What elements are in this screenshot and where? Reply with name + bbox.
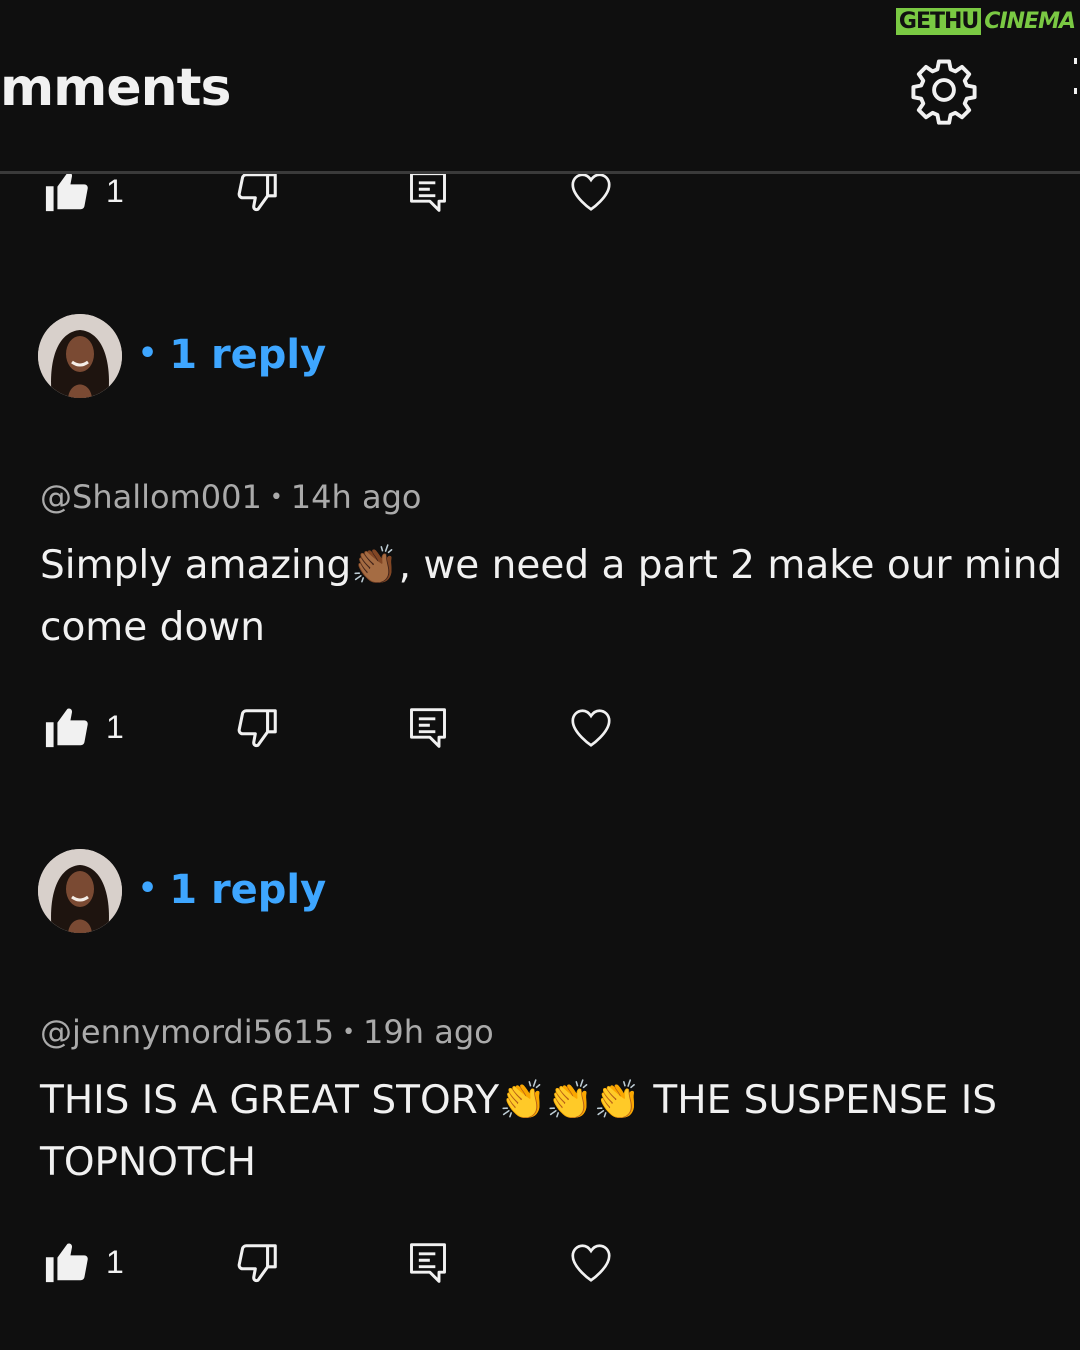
comment-author[interactable]: @jennymordi5615: [40, 1013, 334, 1051]
comment-text: THIS IS A GREAT STORY👏👏👏 THE SUSPENSE IS…: [40, 1069, 1070, 1194]
like-count: 1: [106, 709, 124, 745]
heart-icon[interactable]: [566, 1240, 616, 1286]
reply-icon[interactable]: [406, 704, 450, 752]
comment-action-bar: 1: [0, 696, 1080, 756]
comment-item: @Shallom001 • 14h ago Simply amazing👏🏾, we…: [40, 478, 1070, 659]
comments-list: 1 • 1 reply @Shallom001 • 14h ago Simply am…: [0, 174, 1080, 1350]
comment-meta: @jennymordi5615 • 19h ago: [40, 1013, 494, 1051]
heart-icon[interactable]: [566, 174, 616, 215]
view-replies-link[interactable]: • 1 reply: [138, 332, 326, 378]
comment-item: @jennymordi5615 • 19h ago THIS IS A GREAT …: [40, 1013, 1070, 1194]
dislike-icon[interactable]: [234, 174, 282, 215]
like-icon[interactable]: [44, 705, 90, 751]
replies-count-label: 1 reply: [169, 332, 327, 378]
comment-text-start: THIS IS A GREAT STORY: [40, 1078, 500, 1123]
dislike-icon[interactable]: [234, 1240, 282, 1286]
avatar[interactable]: [38, 849, 122, 933]
comment-action-bar: 1: [0, 1231, 1080, 1291]
comments-header: mments: [0, 0, 1080, 174]
comment-timestamp: 14h ago: [290, 478, 422, 516]
clapping-hands-icon: 👏🏾: [351, 543, 399, 587]
comment-meta: @Shallom001 • 14h ago: [40, 478, 422, 516]
close-icon[interactable]: [1074, 58, 1078, 124]
replies-row: • 1 reply: [0, 314, 1080, 404]
clapping-hands-icon: 👏👏👏: [499, 1078, 642, 1122]
view-replies-link[interactable]: • 1 reply: [138, 867, 326, 913]
comment-text-start: Simply amazing: [40, 543, 352, 588]
dislike-icon[interactable]: [234, 705, 282, 751]
comment-author[interactable]: @Shallom001: [40, 478, 262, 516]
comment-action-bar: 1: [0, 174, 1080, 220]
like-icon[interactable]: [44, 174, 90, 215]
comment-timestamp: 19h ago: [363, 1013, 494, 1051]
heart-icon[interactable]: [566, 705, 616, 751]
like-count: 1: [106, 174, 124, 209]
like-icon[interactable]: [44, 1240, 90, 1286]
replies-row: • 1 reply: [0, 849, 1080, 939]
comment-text: Simply amazing👏🏾, we need a part 2 make …: [40, 534, 1070, 659]
reply-icon[interactable]: [406, 1239, 450, 1287]
page-title: mments: [0, 58, 231, 118]
avatar[interactable]: [38, 314, 122, 398]
like-count: 1: [106, 1244, 124, 1280]
gear-icon[interactable]: [908, 54, 980, 126]
replies-count-label: 1 reply: [169, 867, 327, 913]
reply-icon[interactable]: [406, 174, 450, 216]
